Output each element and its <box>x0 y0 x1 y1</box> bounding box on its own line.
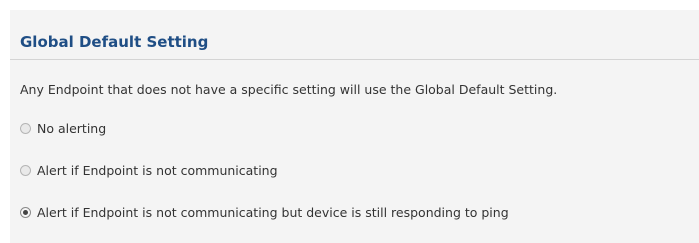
section-divider <box>10 59 699 60</box>
option-no-alerting[interactable]: No alerting <box>20 120 106 136</box>
radio-alert-not-communicating-ping[interactable] <box>20 206 31 218</box>
radio-alert-not-communicating[interactable] <box>20 164 31 176</box>
option-alert-not-communicating-ping[interactable]: Alert if Endpoint is not communicating b… <box>20 204 509 220</box>
section-description: Any Endpoint that does not have a specif… <box>20 82 558 97</box>
radio-no-alerting[interactable] <box>20 122 31 134</box>
option-label-alert-not-communicating-ping: Alert if Endpoint is not communicating b… <box>37 204 509 220</box>
global-default-setting-panel: Global Default Setting Any Endpoint that… <box>10 10 699 243</box>
option-label-alert-not-communicating: Alert if Endpoint is not communicating <box>37 162 278 178</box>
option-label-no-alerting: No alerting <box>37 120 107 136</box>
section-title: Global Default Setting <box>20 33 209 51</box>
option-alert-not-communicating[interactable]: Alert if Endpoint is not communicating <box>20 162 278 178</box>
